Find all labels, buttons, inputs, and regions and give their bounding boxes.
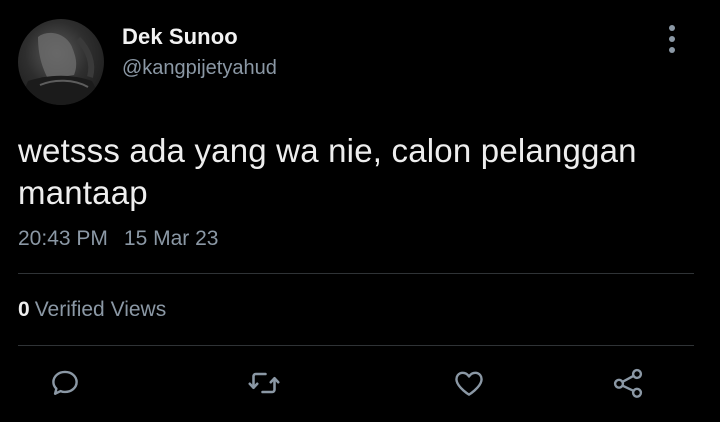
tweet-timestamp[interactable]: 20:43 PM 15 Mar 23: [18, 227, 218, 251]
reply-button[interactable]: [47, 365, 83, 401]
heart-icon: [455, 371, 483, 396]
author-handle[interactable]: @kangpijetyahud: [122, 57, 277, 80]
tweet-time: 20:43 PM: [18, 227, 108, 250]
speech-bubble-icon: [52, 370, 78, 395]
views-label: Verified Views: [34, 298, 167, 321]
share-nodes-icon: [613, 368, 643, 398]
divider: [18, 345, 694, 346]
retweet-button[interactable]: [246, 365, 282, 401]
vertical-ellipsis-icon: [669, 25, 675, 31]
tweet-text: wetsss ada yang wa nie, calon pelanggan …: [18, 132, 637, 211]
views-stat[interactable]: 0 Verified Views: [18, 298, 166, 322]
author-display-name[interactable]: Dek Sunoo: [122, 24, 238, 50]
avatar[interactable]: [18, 19, 104, 105]
tweet-date: 15 Mar 23: [123, 227, 219, 250]
divider: [18, 273, 694, 274]
more-options-button[interactable]: [658, 22, 686, 56]
like-button[interactable]: [451, 365, 487, 401]
ellipsis-dot: [669, 36, 675, 42]
retweet-icon: [248, 372, 280, 394]
tweet-card: Dek Sunoo @kangpijetyahud wetsss ada yan…: [0, 0, 720, 422]
views-count: 0: [18, 298, 30, 321]
share-button[interactable]: [610, 365, 646, 401]
avatar-photo: [18, 32, 104, 105]
ellipsis-dot: [669, 47, 675, 53]
